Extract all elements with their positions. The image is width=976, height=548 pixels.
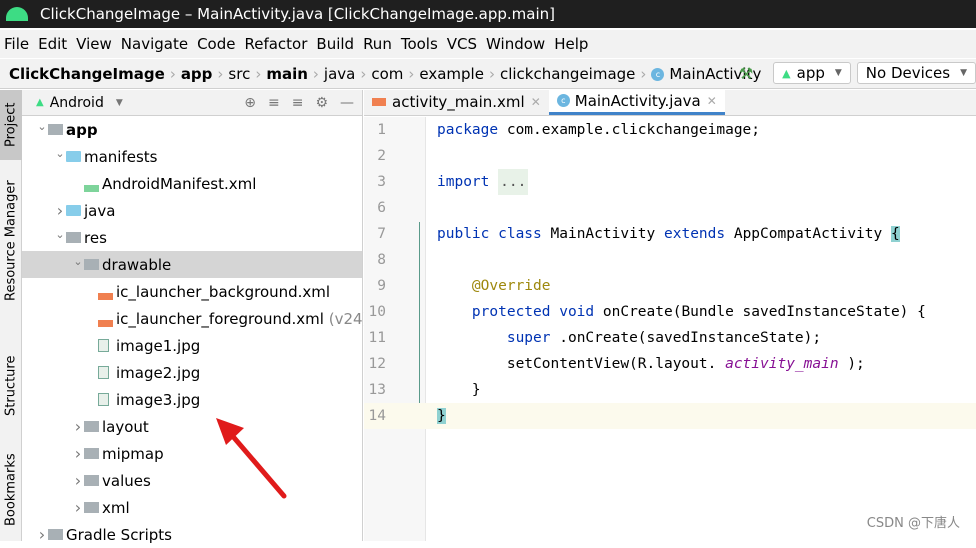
red-annotation-arrow	[216, 418, 287, 499]
watermark: CSDN @下唐人	[866, 516, 960, 531]
